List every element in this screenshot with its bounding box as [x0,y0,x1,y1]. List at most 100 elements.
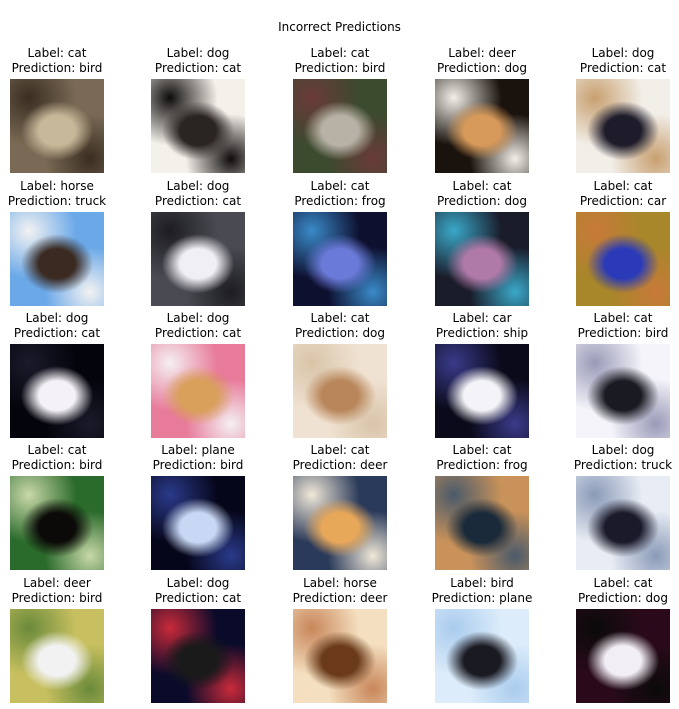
sample-image [10,79,104,173]
true-label: Label: dog [591,443,655,457]
sample-image [293,609,387,703]
predicted-label: Prediction: bird [152,458,244,472]
prediction-cell: Label: cat Prediction: bird [552,311,679,443]
true-label: Label: cat [310,179,370,193]
prediction-caption: Label: dog Prediction: cat [127,576,269,606]
predicted-label: Prediction: ship [435,326,529,340]
sample-image [435,344,529,438]
prediction-cell: Label: bird Prediction: plane [411,576,553,708]
sample-image [576,476,670,570]
sample-image [151,344,245,438]
prediction-caption: Label: cat Prediction: dog [411,179,553,209]
prediction-cell: Label: dog Prediction: truck [552,443,679,575]
prediction-caption: Label: cat Prediction: car [552,179,679,209]
sample-image [10,609,104,703]
prediction-caption: Label: cat Prediction: dog [269,311,411,341]
predicted-label: Prediction: dog [294,326,386,340]
true-label: Label: dog [591,46,655,60]
predicted-label: Prediction: cat [13,326,101,340]
true-label: Label: cat [310,443,370,457]
true-label: Label: dog [166,576,230,590]
prediction-cell: Label: dog Prediction: cat [127,179,269,311]
prediction-caption: Label: cat Prediction: frog [411,443,553,473]
figure-title: Incorrect Predictions [278,20,401,34]
predicted-label: Prediction: dog [577,591,669,605]
prediction-cell: Label: plane Prediction: bird [127,443,269,575]
true-label: Label: horse [20,179,94,193]
true-label: Label: horse [303,576,377,590]
prediction-cell: Label: cat Prediction: bird [269,46,411,178]
prediction-cell: Label: car Prediction: ship [411,311,553,443]
prediction-cell: Label: cat Prediction: dog [552,576,679,708]
sample-image [293,476,387,570]
sample-image [151,609,245,703]
prediction-cell: Label: cat Prediction: frog [269,179,411,311]
sample-image [435,609,529,703]
true-label: Label: cat [27,443,87,457]
prediction-caption: Label: deer Prediction: dog [411,46,553,76]
predicted-label: Prediction: bird [11,458,103,472]
true-label: Label: bird [450,576,514,590]
prediction-caption: Label: deer Prediction: bird [0,576,128,606]
predicted-label: Prediction: bird [294,61,386,75]
prediction-caption: Label: horse Prediction: truck [0,179,128,209]
sample-image [151,79,245,173]
predicted-label: Prediction: dog [436,194,528,208]
true-label: Label: cat [593,576,653,590]
prediction-cell: Label: deer Prediction: dog [411,46,553,178]
predicted-label: Prediction: bird [11,61,103,75]
predicted-label: Prediction: cat [579,61,667,75]
prediction-cell: Label: dog Prediction: cat [127,576,269,708]
true-label: Label: cat [593,179,653,193]
prediction-caption: Label: dog Prediction: cat [552,46,679,76]
sample-image [435,212,529,306]
true-label: Label: car [452,311,512,325]
true-label: Label: deer [448,46,516,60]
prediction-caption: Label: cat Prediction: deer [269,443,411,473]
prediction-cell: Label: dog Prediction: cat [127,46,269,178]
true-label: Label: plane [161,443,235,457]
true-label: Label: cat [27,46,87,60]
predicted-label: Prediction: dog [436,61,528,75]
prediction-cell: Label: cat Prediction: car [552,179,679,311]
sample-image [10,344,104,438]
sample-image [293,212,387,306]
predicted-label: Prediction: cat [154,591,242,605]
true-label: Label: dog [25,311,89,325]
prediction-caption: Label: cat Prediction: bird [0,443,128,473]
true-label: Label: cat [310,311,370,325]
true-label: Label: cat [593,311,653,325]
prediction-caption: Label: dog Prediction: cat [127,311,269,341]
predicted-label: Prediction: bird [11,591,103,605]
prediction-caption: Label: cat Prediction: frog [269,179,411,209]
prediction-caption: Label: dog Prediction: cat [127,179,269,209]
prediction-cell: Label: horse Prediction: deer [269,576,411,708]
predicted-label: Prediction: cat [154,326,242,340]
sample-image [10,476,104,570]
sample-image [293,79,387,173]
prediction-caption: Label: horse Prediction: deer [269,576,411,606]
true-label: Label: cat [310,46,370,60]
predicted-label: Prediction: frog [436,458,528,472]
prediction-cell: Label: dog Prediction: cat [127,311,269,443]
true-label: Label: dog [166,311,230,325]
true-label: Label: cat [452,443,512,457]
prediction-caption: Label: dog Prediction: cat [0,311,128,341]
predicted-label: Prediction: truck [573,458,673,472]
true-label: Label: deer [23,576,91,590]
true-label: Label: cat [452,179,512,193]
sample-image [576,344,670,438]
predicted-label: Prediction: cat [154,61,242,75]
prediction-caption: Label: car Prediction: ship [411,311,553,341]
predicted-label: Prediction: frog [294,194,386,208]
sample-image [293,344,387,438]
sample-image [151,212,245,306]
predicted-label: Prediction: bird [577,326,669,340]
prediction-caption: Label: dog Prediction: cat [127,46,269,76]
prediction-cell: Label: dog Prediction: cat [552,46,679,178]
prediction-caption: Label: cat Prediction: bird [0,46,128,76]
sample-image [576,212,670,306]
prediction-cell: Label: cat Prediction: dog [411,179,553,311]
prediction-cell: Label: deer Prediction: bird [0,576,128,708]
prediction-cell: Label: cat Prediction: dog [269,311,411,443]
